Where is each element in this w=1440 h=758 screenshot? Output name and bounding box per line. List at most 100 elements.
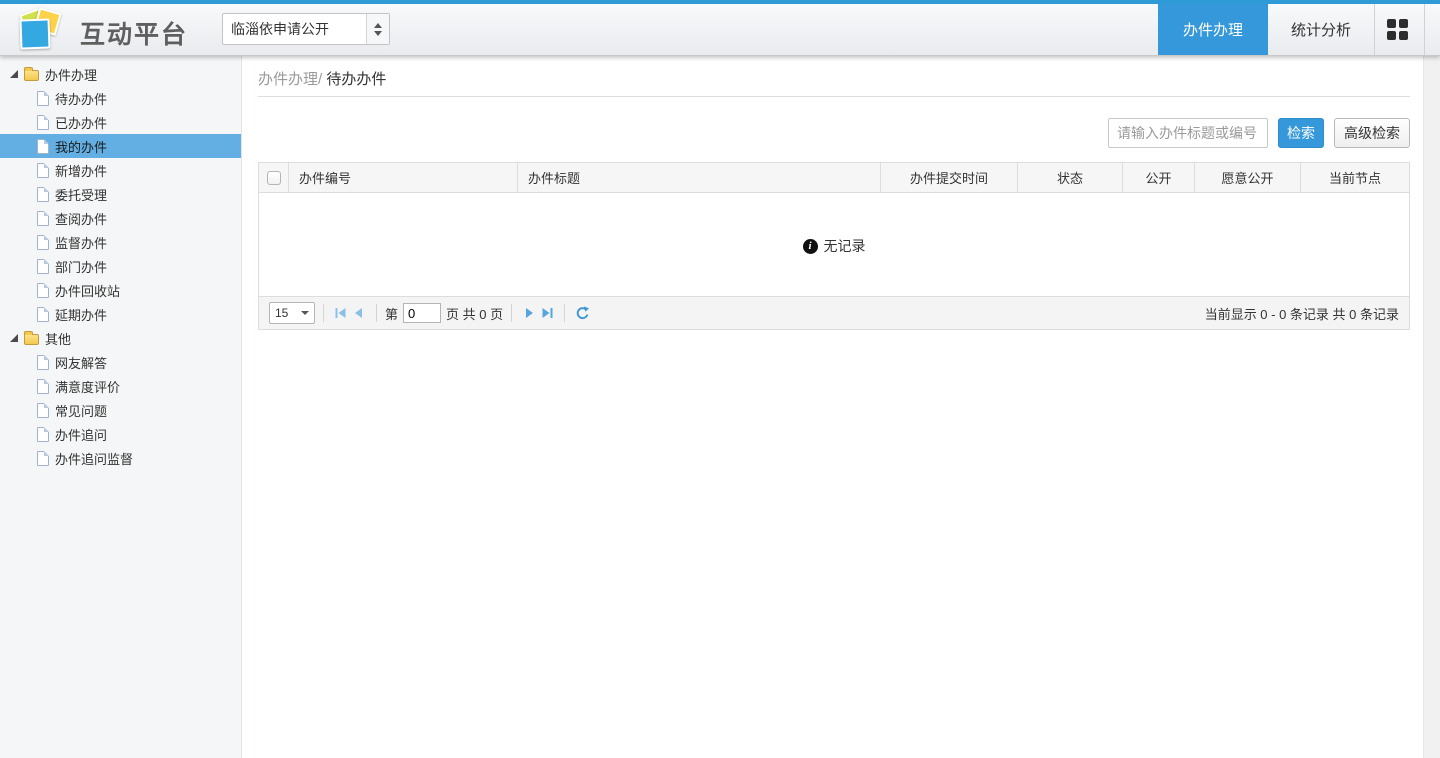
spinner-up-icon	[374, 23, 382, 28]
sidebar-item-label: 办件追问	[55, 425, 107, 444]
file-icon	[37, 139, 49, 154]
file-icon	[37, 115, 49, 130]
sidebar-item-case-followup[interactable]: 办件追问	[0, 422, 241, 446]
page-number-input[interactable]	[403, 303, 441, 323]
column-header-current-node[interactable]: 当前节点	[1301, 163, 1409, 192]
grid-square	[1399, 31, 1408, 40]
file-icon	[37, 403, 49, 418]
sidebar-group-label: 其他	[45, 329, 71, 348]
page-prefix-label: 第	[385, 304, 398, 323]
sidebar-item-recycle-bin[interactable]: 办件回收站	[0, 278, 241, 302]
sidebar-item-delayed-cases[interactable]: 延期办件	[0, 302, 241, 326]
pager-status-text: 当前显示 0 - 0 条记录 共 0 条记录	[1205, 304, 1399, 323]
advanced-search-button[interactable]: 高级检索	[1334, 118, 1410, 148]
sidebar-item-new-case[interactable]: 新增办件	[0, 158, 241, 182]
sidebar-item-label: 办件回收站	[55, 281, 120, 300]
sidebar-group-label: 办件办理	[45, 65, 97, 84]
tab-case-handling[interactable]: 办件办理	[1158, 4, 1268, 55]
folder-icon	[24, 334, 39, 345]
sidebar-item-label: 监督办件	[55, 233, 107, 252]
grid-square	[1399, 19, 1408, 28]
sidebar-group-others[interactable]: 其他	[0, 326, 241, 350]
next-page-icon	[522, 306, 536, 320]
sidebar-item-done-cases[interactable]: 已办办件	[0, 110, 241, 134]
header-separator	[1424, 4, 1425, 55]
sidebar-item-todo-cases[interactable]: 待办办件	[0, 86, 241, 110]
app-window: 互动平台 临淄依申请公开 办件办理 统计分析 办件办理 待办办件	[0, 0, 1440, 758]
breadcrumb-divider	[258, 96, 1410, 97]
datagrid-panel: 办件编号 办件标题 办件提交时间 状态 公开 愿意公开 当前节点 i 无记录 1…	[258, 162, 1410, 330]
table-header-row: 办件编号 办件标题 办件提交时间 状态 公开 愿意公开 当前节点	[259, 163, 1409, 193]
main-content: 办件办理/ 待办办件 检索 高级检索 办件编号 办件标题 办件提交时间 状态 公…	[242, 56, 1440, 758]
first-page-icon	[334, 306, 348, 320]
prev-page-icon	[352, 306, 366, 320]
sidebar-item-department-cases[interactable]: 部门办件	[0, 254, 241, 278]
app-logo-icon	[18, 8, 68, 52]
tab-statistics[interactable]: 统计分析	[1268, 4, 1374, 55]
unit-selector-combobox[interactable]: 临淄依申请公开	[222, 13, 390, 45]
chevron-down-icon	[301, 311, 309, 315]
column-header-case-number[interactable]: 办件编号	[289, 163, 518, 192]
empty-message: i 无记录	[259, 236, 1409, 256]
page-size-value: 15	[275, 306, 288, 320]
sidebar-item-label: 查阅办件	[55, 209, 107, 228]
sidebar-item-label: 新增办件	[55, 161, 107, 180]
column-header-willing-public[interactable]: 愿意公开	[1195, 163, 1301, 192]
column-header-submit-time[interactable]: 办件提交时间	[881, 163, 1018, 192]
next-page-button[interactable]	[520, 304, 538, 322]
file-icon	[37, 307, 49, 322]
search-input[interactable]	[1108, 118, 1268, 148]
sidebar-item-label: 常见问题	[55, 401, 107, 420]
sidebar-item-faq[interactable]: 常见问题	[0, 398, 241, 422]
file-icon	[37, 427, 49, 442]
table-header-checkbox-cell	[259, 163, 289, 192]
last-page-button[interactable]	[538, 304, 556, 322]
sidebar-item-review-cases[interactable]: 查阅办件	[0, 206, 241, 230]
sidebar-item-label: 满意度评价	[55, 377, 120, 396]
sidebar-item-entrusted-acceptance[interactable]: 委托受理	[0, 182, 241, 206]
pager-separator	[376, 304, 377, 322]
file-icon	[37, 379, 49, 394]
refresh-icon	[575, 306, 590, 321]
breadcrumb-current: 待办办件	[326, 71, 386, 88]
logo-blue-square	[19, 18, 50, 49]
file-icon	[37, 235, 49, 250]
scrollbar-track[interactable]	[1423, 56, 1440, 758]
page-size-select[interactable]: 15	[269, 302, 315, 324]
expand-triangle-icon[interactable]	[10, 334, 18, 342]
apps-grid-icon[interactable]	[1387, 19, 1409, 41]
file-icon	[37, 91, 49, 106]
sidebar-tree: 办件办理 待办办件 已办办件 我的办件 新增办件 委托受理 查阅办件 监督办件	[0, 56, 242, 758]
prev-page-button[interactable]	[350, 304, 368, 322]
column-header-case-title[interactable]: 办件标题	[518, 163, 881, 192]
grid-square	[1387, 31, 1396, 40]
unit-selector-value: 临淄依申请公开	[223, 14, 366, 44]
column-header-status[interactable]: 状态	[1018, 163, 1123, 192]
sidebar-group-case-handling[interactable]: 办件办理	[0, 62, 241, 86]
sidebar-item-satisfaction-evaluation[interactable]: 满意度评价	[0, 374, 241, 398]
search-button[interactable]: 检索	[1278, 118, 1324, 148]
refresh-button[interactable]	[573, 304, 591, 322]
first-page-button[interactable]	[332, 304, 350, 322]
top-accent-strip	[0, 0, 1440, 4]
column-header-public[interactable]: 公开	[1123, 163, 1195, 192]
sidebar-item-label: 我的办件	[55, 137, 107, 156]
sidebar-item-label: 部门办件	[55, 257, 107, 276]
page-suffix-label: 页 共 0 页	[446, 304, 503, 323]
breadcrumb-parent: 办件办理/	[258, 71, 322, 88]
sidebar-item-followup-supervision[interactable]: 办件追问监督	[0, 446, 241, 470]
sidebar-item-my-cases[interactable]: 我的办件	[0, 134, 241, 158]
sidebar-item-netizen-answers[interactable]: 网友解答	[0, 350, 241, 374]
combobox-spinner-button[interactable]	[366, 14, 389, 44]
file-icon	[37, 211, 49, 226]
table-body: i 无记录	[259, 193, 1409, 296]
pagination-bar: 15 第 页 共 0 页	[259, 296, 1409, 329]
app-title: 互动平台	[80, 15, 188, 51]
pager-separator	[323, 304, 324, 322]
select-all-checkbox[interactable]	[267, 171, 281, 185]
last-page-icon	[540, 306, 554, 320]
sidebar-item-supervise-cases[interactable]: 监督办件	[0, 230, 241, 254]
info-icon: i	[803, 239, 818, 254]
file-icon	[37, 259, 49, 274]
expand-triangle-icon[interactable]	[10, 70, 18, 78]
